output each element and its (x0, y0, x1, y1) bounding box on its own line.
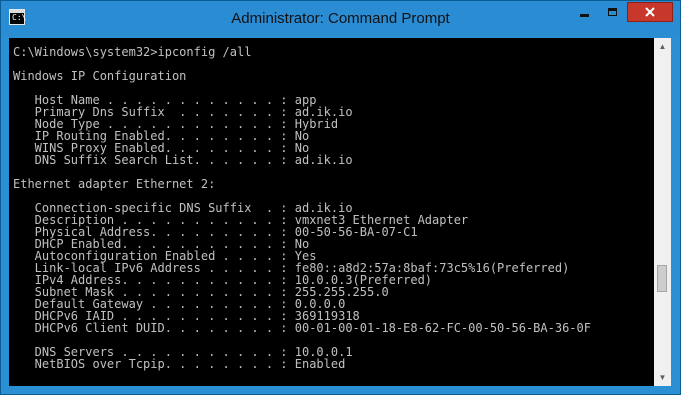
console-line: NetBIOS over Tcpip. . . . . . . . : Enab… (13, 357, 346, 371)
console-line: Ethernet adapter Ethernet 2: (13, 177, 216, 191)
minimize-button[interactable] (571, 2, 598, 22)
minimize-icon (580, 13, 589, 17)
chevron-down-icon: ▼ (658, 373, 667, 382)
chevron-up-icon: ▲ (658, 42, 667, 51)
maximize-button[interactable] (599, 2, 626, 22)
title-bar[interactable]: C:\ Administrator: Command Prompt (1, 1, 680, 37)
vertical-scrollbar[interactable]: ▲ ▼ (654, 38, 671, 386)
console-text: C:\Windows\system32>ipconfig /all Window… (13, 46, 591, 370)
console-line: DHCPv6 Client DUID. . . . . . . . : 00-0… (13, 321, 591, 335)
console-output[interactable]: C:\Windows\system32>ipconfig /all Window… (9, 38, 654, 386)
console-line: Windows IP Configuration (13, 69, 187, 83)
scroll-up-button[interactable]: ▲ (654, 38, 671, 55)
close-button[interactable] (627, 2, 673, 22)
console-line: C:\Windows\system32>ipconfig /all (13, 45, 252, 59)
close-icon (645, 7, 655, 17)
console-line: DNS Suffix Search List. . . . . . : ad.i… (13, 153, 353, 167)
scrollbar-thumb[interactable] (657, 265, 667, 292)
scroll-down-button[interactable]: ▼ (654, 369, 671, 386)
maximize-icon (608, 8, 617, 16)
command-prompt-window: C:\ Administrator: Command Prompt C:\Win… (0, 0, 681, 395)
